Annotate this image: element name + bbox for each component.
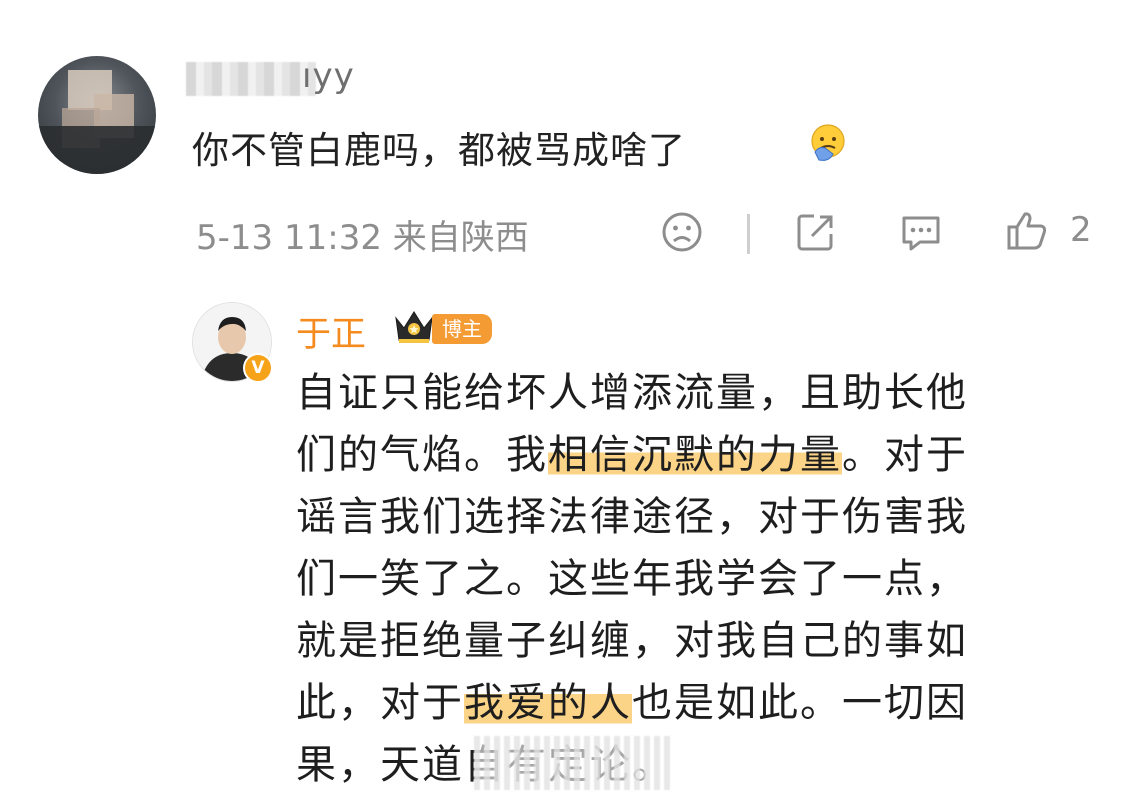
reply-line: 谣言我们选择法律途径，对于伤害我 bbox=[296, 494, 968, 540]
watermark bbox=[474, 736, 674, 790]
comment-icon[interactable] bbox=[898, 210, 944, 254]
verified-badge: V bbox=[243, 353, 273, 383]
thumbs-up-icon[interactable] bbox=[1004, 208, 1050, 254]
reply-line-segment: 们的气焰。我 bbox=[296, 432, 548, 478]
comment-meta: 5-13 11:32 来自陕西 bbox=[196, 218, 529, 258]
blogger-badge: 博主 bbox=[432, 314, 492, 344]
sad-face-icon[interactable] bbox=[660, 210, 704, 254]
reply-line: 就是拒绝量子纠缠，对我自己的事如 bbox=[296, 618, 968, 664]
facepalm-emoji-icon bbox=[811, 124, 845, 161]
crown-icon bbox=[395, 311, 433, 343]
like-count: 2 bbox=[1070, 210, 1092, 250]
commenter-username-text: ıyy bbox=[302, 56, 355, 96]
highlighted-phrase: 我爱的人 bbox=[464, 680, 632, 726]
reply-line-segment: 此，对于 bbox=[296, 680, 464, 726]
commenter-username[interactable]: ıyy bbox=[186, 54, 366, 104]
share-icon[interactable] bbox=[794, 210, 838, 254]
reply-text: 自证只能给坏人增添流量，且助长他 们的气焰。我相信沉默的力量。对于 谣言我们选择… bbox=[296, 362, 1056, 796]
reply-line-segment: 也是如此。一切因 bbox=[632, 680, 968, 726]
reply-line-segment: 。对于 bbox=[842, 432, 968, 478]
reply-line: 自证只能给坏人增添流量，且助长他 bbox=[296, 370, 968, 416]
reply-line: 此，对于我爱的人也是如此。一切因 bbox=[296, 672, 1056, 734]
reply-line: 们一笑了之。这些年我学会了一点， bbox=[296, 556, 968, 602]
highlighted-phrase: 相信沉默的力量 bbox=[548, 432, 842, 478]
commenter-avatar[interactable] bbox=[38, 56, 156, 174]
divider bbox=[747, 214, 750, 254]
replier-username[interactable]: 于正 bbox=[296, 306, 366, 357]
reply-line: 们的气焰。我相信沉默的力量。对于 bbox=[296, 424, 1056, 486]
comment-text: 你不管白鹿吗，都被骂成啥了 bbox=[192, 129, 686, 172]
reply-line: 果，天道自有定论。 bbox=[296, 734, 1056, 796]
blurred-username bbox=[186, 62, 316, 96]
